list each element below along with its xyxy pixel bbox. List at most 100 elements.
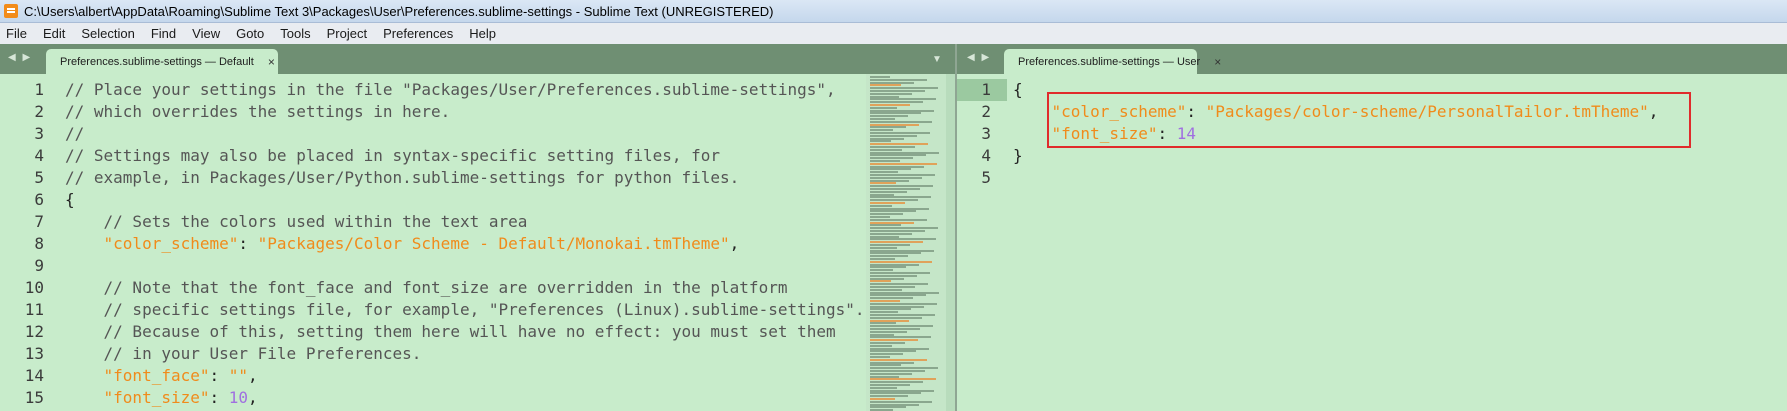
close-icon[interactable]: × bbox=[1214, 55, 1221, 69]
minimap-line bbox=[870, 370, 925, 372]
code-comment: // Place your settings in the file "Pack… bbox=[65, 80, 836, 99]
minimap-line bbox=[870, 288, 902, 291]
minimap-line bbox=[870, 196, 931, 199]
minimap-line bbox=[870, 347, 929, 350]
minimap-line bbox=[870, 188, 920, 190]
line-number: 14 bbox=[24, 366, 44, 385]
editor-pane-user[interactable]: 12345 { "color_scheme": "Packages/color-… bbox=[957, 74, 1787, 411]
minimap-line bbox=[870, 176, 922, 179]
menu-tools[interactable]: Tools bbox=[272, 23, 318, 44]
minimap-line bbox=[870, 378, 936, 381]
minimap-line bbox=[870, 81, 914, 84]
line-number: 4 bbox=[34, 146, 44, 165]
minimap-line bbox=[870, 230, 925, 232]
minimap-line bbox=[870, 297, 913, 300]
minimap-line bbox=[870, 269, 893, 272]
minimap-line bbox=[870, 403, 919, 406]
code-line: // in your User File Preferences. bbox=[65, 343, 865, 365]
editor-pane-default[interactable]: 1 2 3 4 5 6 7 8 9 10 11 12 13 14 15 // Place your sett… bbox=[0, 74, 955, 411]
scrollbar[interactable] bbox=[946, 74, 955, 411]
code-text: } bbox=[1013, 146, 1023, 165]
menu-selection[interactable]: Selection bbox=[73, 23, 142, 44]
setting-key: "font_face" bbox=[103, 366, 210, 385]
minimap-line bbox=[870, 266, 906, 269]
menu-project[interactable]: Project bbox=[319, 23, 375, 44]
minimap-line bbox=[870, 244, 910, 246]
chevron-down-icon[interactable]: ▼ bbox=[932, 54, 942, 65]
minimap-line bbox=[870, 305, 924, 308]
setting-key: "font_size" bbox=[103, 388, 210, 407]
minimap-line bbox=[870, 339, 918, 342]
minimap-line bbox=[870, 179, 909, 182]
code-line: // which overrides the settings in here. bbox=[65, 101, 865, 123]
minimap-line bbox=[870, 350, 916, 353]
minimap-line bbox=[870, 218, 927, 221]
minimap-line bbox=[870, 294, 926, 297]
code-line: // Note that the font_face and font_size… bbox=[65, 277, 865, 299]
minimap-line bbox=[870, 319, 909, 322]
menu-help[interactable]: Help bbox=[461, 23, 504, 44]
tab-nav-arrows-icon[interactable]: ◀ ▶ bbox=[8, 52, 32, 63]
minimap-line bbox=[870, 389, 934, 392]
code-text: { bbox=[65, 190, 75, 209]
minimap-line bbox=[870, 386, 897, 389]
menu-find[interactable]: Find bbox=[143, 23, 184, 44]
line-number-gutter: 1 2 3 4 5 6 7 8 9 10 11 12 13 14 15 bbox=[0, 79, 44, 409]
minimap-line bbox=[870, 344, 892, 347]
line-number: 3 bbox=[981, 124, 991, 143]
minimap-line bbox=[870, 364, 901, 367]
minimap-line bbox=[870, 106, 897, 109]
minimap[interactable] bbox=[866, 74, 946, 411]
minimap-line bbox=[870, 302, 937, 305]
code-line: "font_size": 10, bbox=[65, 387, 865, 409]
line-number: 5 bbox=[981, 168, 991, 187]
code-line: "color_scheme": "Packages/Color Scheme -… bbox=[65, 233, 865, 255]
minimap-line bbox=[870, 316, 922, 319]
menu-goto[interactable]: Goto bbox=[228, 23, 272, 44]
minimap-line bbox=[870, 280, 891, 283]
minimap-line bbox=[870, 148, 902, 151]
minimap-line bbox=[870, 300, 900, 302]
menu-file[interactable]: File bbox=[0, 23, 35, 44]
minimap-line bbox=[870, 84, 901, 87]
code-comment: // bbox=[65, 124, 85, 143]
menu-bar: File Edit Selection Find View Goto Tools… bbox=[0, 23, 1787, 44]
minimap-line bbox=[870, 381, 923, 384]
minimap-line bbox=[870, 109, 934, 112]
close-icon[interactable]: × bbox=[268, 55, 275, 69]
minimap-line bbox=[870, 101, 923, 104]
minimap-line bbox=[870, 255, 908, 258]
line-number: 1 bbox=[34, 80, 44, 99]
line-number: 6 bbox=[34, 190, 44, 209]
minimap-line bbox=[870, 367, 938, 370]
annotation-highlight-box bbox=[1047, 92, 1691, 148]
minimap-line bbox=[870, 384, 910, 386]
tab-default-preferences[interactable]: Preferences.sublime-settings — Default × bbox=[46, 49, 278, 74]
minimap-line bbox=[870, 134, 917, 137]
code-line: // Settings may also be placed in syntax… bbox=[65, 145, 865, 167]
code-line: // bbox=[65, 123, 865, 145]
line-number-gutter: 1 2 3 4 5 bbox=[957, 79, 991, 189]
code-comment: // Sets the colors used within the text … bbox=[65, 212, 528, 231]
minimap-line bbox=[870, 241, 923, 244]
code-area[interactable]: // Place your settings in the file "Pack… bbox=[65, 79, 865, 409]
code-line: "font_face": "", bbox=[65, 365, 865, 387]
minimap-line bbox=[870, 157, 913, 160]
tab-nav-arrows-icon[interactable]: ◀ ▶ bbox=[967, 52, 991, 63]
minimap-line bbox=[870, 406, 906, 409]
setting-value: "Packages/Color Scheme - Default/Monokai… bbox=[257, 234, 730, 253]
menu-view[interactable]: View bbox=[184, 23, 228, 44]
tab-user-preferences[interactable]: Preferences.sublime-settings — User × bbox=[1004, 49, 1221, 74]
minimap-line bbox=[870, 361, 914, 364]
minimap-line bbox=[870, 224, 901, 227]
minimap-line bbox=[870, 213, 903, 216]
menu-edit[interactable]: Edit bbox=[35, 23, 73, 44]
menu-preferences[interactable]: Preferences bbox=[375, 23, 461, 44]
minimap-line bbox=[870, 120, 932, 123]
code-comment: // in your User File Preferences. bbox=[65, 344, 422, 363]
minimap-line bbox=[870, 400, 932, 403]
tab-label: Preferences.sublime-settings — User bbox=[1018, 55, 1201, 68]
